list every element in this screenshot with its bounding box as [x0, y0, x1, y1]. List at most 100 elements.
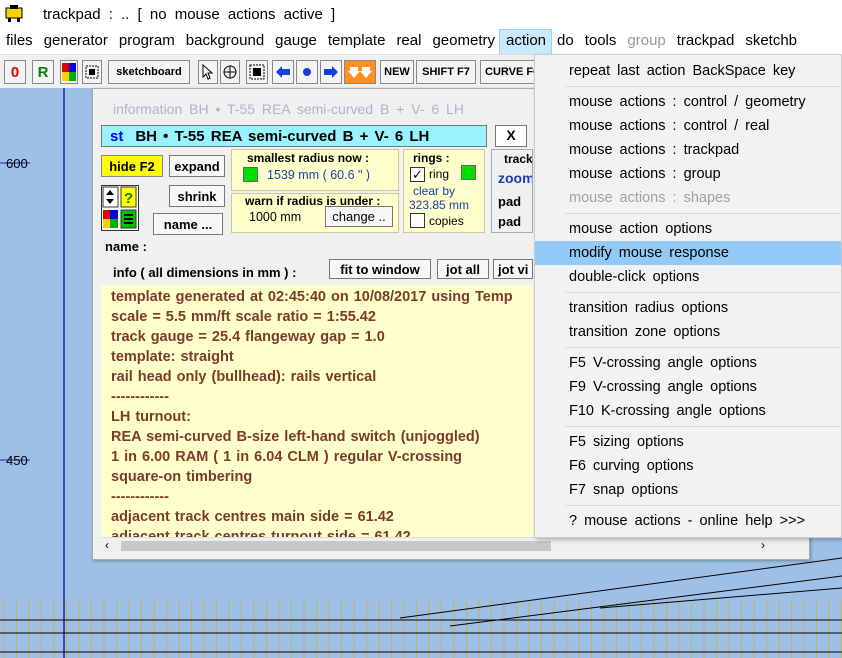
info-heading: info ( all dimensions in mm ) : [113, 265, 297, 280]
scrollbar-thumb[interactable] [121, 541, 551, 551]
menu-program[interactable]: program [113, 30, 180, 54]
menu-group[interactable]: group [621, 30, 670, 54]
timbering [3, 600, 842, 658]
shift-f7-button[interactable]: SHIFT F7 [416, 60, 476, 84]
sketchboard-button[interactable]: sketchboard [108, 60, 190, 84]
action-menu-item[interactable]: mouse actions : control / geometry [535, 90, 841, 114]
action-menu-item[interactable]: mouse actions : group [535, 162, 841, 186]
jot-view-button[interactable]: jot vi [493, 259, 533, 279]
rails [0, 557, 842, 653]
action-menu-item[interactable]: F7 snap options [535, 478, 841, 502]
info-window-caption: information BH • T-55 REA semi-curved B … [113, 101, 464, 117]
ruler-label-600: 600 [6, 156, 28, 171]
menu-real[interactable]: real [390, 30, 426, 54]
info-text-panel: template generated at 02:45:40 on 10/08/… [101, 285, 533, 537]
menu-trackpad[interactable]: trackpad [671, 30, 740, 54]
pad-label-2[interactable]: pad [498, 214, 521, 229]
screenshot-button[interactable] [82, 60, 102, 84]
close-info-button[interactable]: X [495, 125, 527, 147]
curve-f6-button[interactable]: CURVE F6 [480, 60, 542, 84]
menu-sketchboard[interactable]: sketchb [739, 30, 802, 54]
action-menu-item[interactable]: mouse actions : trackpad [535, 138, 841, 162]
clear-by-value: 323.85 mm [409, 198, 470, 212]
change-button[interactable]: change .. [325, 206, 393, 227]
template-header: st BH • T-55 REA semi-curved B + V- 6 LH [101, 125, 487, 147]
action-menu-item[interactable]: repeat last action BackSpace key [535, 59, 841, 83]
action-menu-item[interactable]: mouse actions : control / real [535, 114, 841, 138]
pointer-button[interactable] [198, 60, 218, 84]
template-name: BH • T-55 REA semi-curved B + V- 6 LH [135, 128, 430, 145]
info-line: template generated at 02:45:40 on 10/08/… [111, 289, 513, 305]
redraw-button[interactable]: R [32, 60, 54, 84]
menu-do[interactable]: do [551, 30, 579, 54]
copies-checkbox-label: copies [429, 214, 464, 228]
zoom-label[interactable]: zoom [498, 170, 532, 186]
action-menu: repeat last action BackSpace key mouse ac… [534, 54, 842, 538]
colour-controls-icon: ? [102, 186, 137, 229]
frame-icon [85, 65, 99, 79]
new-button[interactable]: NEW [380, 60, 414, 84]
action-menu-item[interactable]: F10 K-crossing angle options [535, 399, 841, 423]
left-arrow-button[interactable] [272, 60, 294, 84]
horizontal-scrollbar[interactable]: ‹ › [101, 537, 801, 553]
action-menu-item[interactable]: transition radius options [535, 296, 841, 320]
fit-to-window-button[interactable]: fit to window [329, 259, 431, 279]
menu-separator [565, 86, 841, 87]
select-frame-button[interactable] [246, 60, 268, 84]
action-menu-item[interactable]: ? mouse actions - online help >>> [535, 509, 841, 533]
menu-gauge[interactable]: gauge [269, 30, 322, 54]
menu-separator [565, 505, 841, 506]
expand-button[interactable]: expand [169, 155, 225, 177]
action-menu-item[interactable]: mouse actions : shapes [535, 186, 841, 210]
menu-files[interactable]: files [0, 30, 38, 54]
pad-label-1[interactable]: pad [498, 194, 521, 209]
template-prefix: st [110, 128, 124, 145]
smallest-radius-value: 1539 mm ( 60.6 " ) [267, 168, 371, 182]
jot-all-button[interactable]: jot all [437, 259, 489, 279]
action-menu-item[interactable]: transition zone options [535, 320, 841, 344]
ring-colour-swatch[interactable] [461, 165, 476, 180]
colour-palette-button[interactable] [60, 60, 78, 84]
peg-button[interactable] [220, 60, 240, 84]
menu-template[interactable]: template [322, 30, 391, 54]
action-menu-item[interactable]: F9 V-crossing angle options [535, 375, 841, 399]
action-menu-item[interactable]: F6 curving options [535, 454, 841, 478]
radius-ok-indicator [243, 167, 258, 182]
scroll-left-icon[interactable]: ‹ [105, 538, 109, 552]
shrink-button[interactable]: shrink [169, 185, 225, 207]
info-line: LH turnout: [111, 409, 191, 425]
action-menu-item[interactable]: double-click options [535, 265, 841, 289]
pointer-icon [202, 64, 214, 80]
name-label: name : [105, 239, 147, 254]
menu-background[interactable]: background [180, 30, 269, 54]
colour-controls[interactable]: ? [101, 185, 139, 231]
info-line: ------------ [111, 489, 169, 505]
ring-checkbox[interactable]: ✓ [410, 167, 425, 182]
centre-button[interactable] [296, 60, 318, 84]
action-menu-item[interactable]: mouse action options [535, 217, 841, 241]
zero-button[interactable]: 0 [4, 60, 26, 84]
double-down-arrow-icon [348, 67, 372, 78]
info-line: scale = 5.5 mm/ft scale ratio = 1:55.42 [111, 309, 376, 325]
menu-geometry[interactable]: geometry [426, 30, 500, 54]
down-arrows-button[interactable] [344, 60, 376, 84]
action-menu-item[interactable]: F5 sizing options [535, 430, 841, 454]
info-line: square-on timbering [111, 469, 253, 485]
trackpad-panel-label: track [504, 152, 533, 166]
clear-by-label: clear by [413, 184, 456, 198]
menu-generator[interactable]: generator [38, 30, 113, 54]
copies-checkbox[interactable] [410, 213, 425, 228]
action-menu-item[interactable]: modify mouse response [535, 241, 841, 265]
menu-action[interactable]: action [498, 29, 553, 55]
right-arrow-button[interactable] [320, 60, 342, 84]
menu-separator [565, 213, 841, 214]
action-menu-item[interactable]: F5 V-crossing angle options [535, 351, 841, 375]
hide-f2-button[interactable]: hide F2 [101, 155, 163, 177]
scroll-right-icon[interactable]: › [761, 538, 765, 552]
info-line: adjacent track centres turnout side = 61… [111, 529, 411, 537]
menu-tools[interactable]: tools [579, 30, 622, 54]
app-icon [5, 5, 23, 22]
ring-checkbox-label: ring [429, 167, 450, 181]
svg-text:?: ? [124, 190, 133, 207]
name-button[interactable]: name ... [153, 213, 223, 235]
